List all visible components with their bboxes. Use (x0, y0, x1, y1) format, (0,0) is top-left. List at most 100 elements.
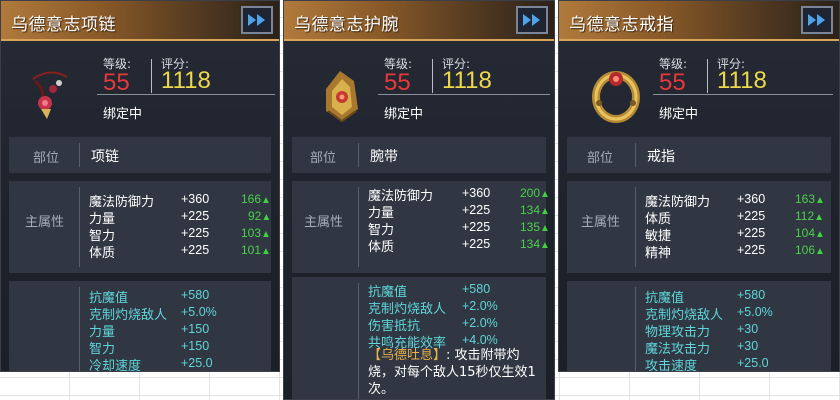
sub-stat-name: 攻击速度 (645, 359, 698, 372)
divider (358, 283, 359, 399)
title-bar: 乌德意志戒指 (559, 1, 839, 41)
slot-row: 部位 项链 (9, 137, 271, 173)
bind-status: 绑定中 (384, 107, 424, 122)
item-tooltip-bracer: 乌德意志护腕 等级: 55 评分: 1118 绑定中 部位 腕带 主属性 魔法防… (283, 0, 555, 400)
stat-name: 体质 (368, 240, 395, 255)
ring-icon (581, 59, 651, 129)
stat-value: +225 (737, 243, 766, 257)
sub-stat-value: +580 (462, 282, 491, 296)
slot-label: 部位 (310, 151, 337, 166)
item-title: 乌德意志戒指 (569, 15, 674, 35)
divider (358, 187, 359, 267)
sub-stat-value: +25.0 (181, 356, 213, 370)
up-arrow-icon: ▲ (540, 189, 550, 200)
stat-value: +225 (737, 209, 766, 223)
level-value: 55 (659, 69, 686, 96)
up-arrow-icon: ▲ (261, 246, 271, 257)
stat-compare: 101▲ (241, 243, 271, 257)
stat-value: +225 (181, 209, 210, 223)
up-arrow-icon: ▲ (261, 195, 271, 206)
stat-compare: 134▲ (520, 237, 550, 251)
divider (635, 187, 636, 267)
slot-row: 部位 戒指 (567, 137, 831, 173)
up-arrow-icon: ▲ (261, 212, 272, 223)
sub-stat-value: +2.0% (462, 299, 498, 313)
stat-value: +225 (181, 226, 210, 240)
sub-stat-value: +4.0% (462, 333, 498, 347)
sub-stat-value: +2.0% (462, 316, 498, 330)
slot-row: 部位 腕带 (292, 137, 546, 173)
stat-value: +360 (181, 192, 210, 206)
stat-compare: 112▲ (795, 209, 825, 223)
divider (79, 287, 80, 371)
up-arrow-icon: ▲ (815, 246, 825, 257)
sub-stat-name: 冷却速度 (89, 359, 142, 372)
divider (378, 94, 550, 95)
stat-compare: 200▲ (520, 186, 550, 200)
stat-value: +225 (462, 203, 491, 217)
sub-stat-value: +150 (181, 322, 210, 336)
divider (635, 143, 636, 167)
divider (635, 287, 636, 371)
slot-label: 部位 (587, 151, 614, 166)
stat-compare: 135▲ (520, 220, 550, 234)
up-arrow-icon: ▲ (815, 195, 825, 206)
score-value: 1118 (717, 67, 767, 94)
up-arrow-icon: ▲ (815, 229, 825, 240)
sub-stat-value: +5.0% (737, 305, 773, 319)
stat-value: +225 (462, 220, 491, 234)
double-arrow-right-icon (248, 14, 265, 26)
sub-stat-value: +580 (181, 288, 210, 302)
stat-value: +225 (181, 243, 210, 257)
sub-stat-value: +580 (737, 288, 766, 302)
slot-label: 部位 (33, 151, 60, 166)
slot-value: 项链 (91, 149, 119, 165)
stat-compare: 106▲ (795, 243, 825, 257)
divider (97, 94, 275, 95)
main-attr-label: 主属性 (581, 215, 621, 230)
item-title: 乌德意志护腕 (294, 15, 399, 35)
sub-stat-value: +30 (737, 322, 759, 336)
score-value: 1118 (442, 67, 492, 94)
expand-button[interactable] (516, 6, 548, 34)
expand-button[interactable] (241, 6, 273, 34)
level-value: 55 (384, 69, 411, 96)
item-tooltip-necklace: 乌德意志项链 等级: 55 评分: 1118 绑定中 部位 项链 主属性 魔法防… (0, 0, 280, 372)
bind-status: 绑定中 (103, 107, 143, 122)
set-skill-description: 【乌德吐息】: 攻击附带灼烧，对每个敌人15秒仅生效1次。 (368, 347, 544, 398)
up-arrow-icon: ▲ (540, 206, 550, 217)
sub-stat-value: +5.0% (181, 305, 217, 319)
stat-compare: 163▲ (795, 192, 825, 206)
item-title: 乌德意志项链 (11, 15, 116, 35)
stat-compare: 92▲ (248, 209, 272, 223)
bracer-icon (306, 59, 376, 129)
title-bar: 乌德意志护腕 (284, 1, 554, 41)
stat-value: +360 (737, 192, 766, 206)
level-value: 55 (103, 69, 130, 96)
stat-name: 精神 (645, 246, 672, 261)
item-tooltip-ring: 乌德意志戒指 等级: 55 评分: 1118 绑定中 部位 戒指 主属性 魔法防… (558, 0, 840, 372)
up-arrow-icon: ▲ (261, 229, 271, 240)
divider (432, 59, 433, 93)
divider (653, 94, 833, 95)
stat-name: 体质 (89, 246, 116, 261)
divider (358, 143, 359, 167)
slot-value: 腕带 (370, 149, 398, 165)
divider (79, 143, 80, 167)
slot-value: 戒指 (647, 149, 675, 165)
stat-compare: 103▲ (241, 226, 271, 240)
double-arrow-right-icon (523, 14, 540, 26)
skill-name: 【乌德吐息】 (368, 348, 447, 363)
stat-compare: 134▲ (520, 203, 550, 217)
stat-value: +360 (462, 186, 491, 200)
divider (151, 59, 152, 93)
sub-stat-value: +150 (181, 339, 210, 353)
expand-button[interactable] (801, 6, 833, 34)
main-attr-label: 主属性 (304, 215, 344, 230)
necklace-icon (15, 59, 85, 129)
divider (707, 59, 708, 93)
divider (79, 187, 80, 267)
up-arrow-icon: ▲ (540, 240, 550, 251)
up-arrow-icon: ▲ (540, 223, 550, 234)
score-value: 1118 (161, 67, 211, 94)
